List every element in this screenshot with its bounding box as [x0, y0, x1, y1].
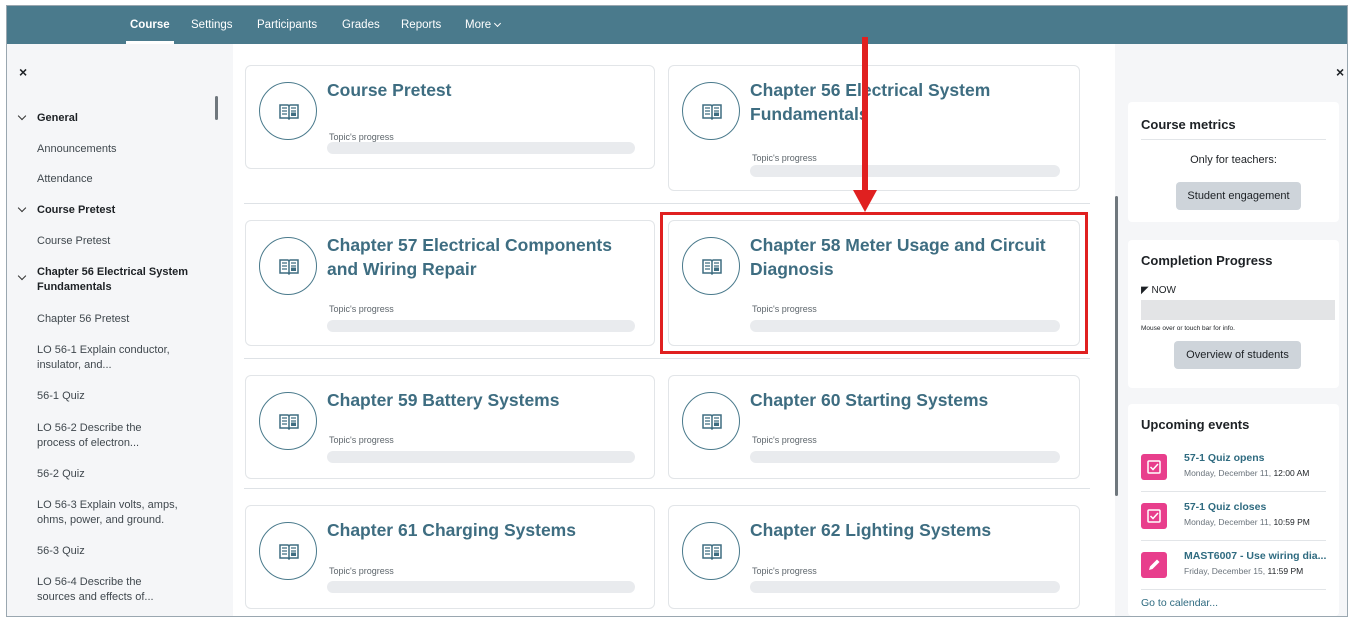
- student-engagement-button[interactable]: Student engagement: [1176, 182, 1301, 210]
- topic-progress-label: Topic's progress: [329, 132, 394, 142]
- close-drawer-icon[interactable]: ×: [1336, 64, 1344, 80]
- divider: [1141, 139, 1326, 140]
- event-title[interactable]: MAST6007 - Use wiring dia...: [1184, 550, 1326, 562]
- topic-progress-label: Topic's progress: [329, 435, 394, 445]
- block-drawer: × Course metrics Only for teachers: Stud…: [1118, 44, 1347, 616]
- topic-progress-label: Topic's progress: [329, 304, 394, 314]
- event-date: Monday, December 11, 10:59 PM: [1184, 517, 1310, 527]
- index-item-quiz-56-2[interactable]: 56-2 Quiz: [19, 467, 209, 482]
- now-marker: ◤ NOW: [1141, 285, 1176, 296]
- divider: [1141, 491, 1326, 492]
- assignment-icon: [1141, 552, 1167, 578]
- arrow-down-icon: [862, 37, 868, 192]
- go-to-calendar-link[interactable]: Go to calendar...: [1141, 597, 1218, 609]
- close-drawer-icon[interactable]: ×: [19, 64, 27, 80]
- index-item-lo-56-1[interactable]: LO 56-1 Explain conductor, insulator, an…: [19, 343, 209, 373]
- nav-reports[interactable]: Reports: [401, 6, 441, 44]
- book-icon: [259, 392, 317, 450]
- book-icon: [682, 522, 740, 580]
- event-title[interactable]: 57-1 Quiz closes: [1184, 501, 1266, 513]
- topic-progress-label: Topic's progress: [329, 566, 394, 576]
- topic-title[interactable]: Chapter 56 Electrical System Fundamental…: [750, 78, 1066, 126]
- event-date: Monday, December 11, 12:00 AM: [1184, 468, 1310, 478]
- nav-grades[interactable]: Grades: [342, 6, 380, 44]
- topic-progress-bar: [750, 451, 1060, 463]
- chevron-down-icon: [17, 203, 27, 213]
- section-separator: [244, 358, 1090, 359]
- block-title: Course metrics: [1141, 117, 1236, 132]
- highlight-box: [660, 212, 1088, 354]
- progress-hint: Mouse over or touch bar for info.: [1141, 325, 1235, 332]
- quiz-icon: [1141, 503, 1167, 529]
- section-separator: [244, 203, 1090, 204]
- content-gutter: [1101, 44, 1115, 616]
- divider: [1141, 589, 1326, 590]
- index-item-chapter-56-pretest[interactable]: Chapter 56 Pretest: [19, 312, 209, 327]
- topic-progress-bar: [327, 142, 635, 154]
- book-icon: [259, 82, 317, 140]
- course-metrics-block: Course metrics Only for teachers: Studen…: [1128, 102, 1339, 222]
- completion-progress-block: Completion Progress ◤ NOW Mouse over or …: [1128, 240, 1339, 388]
- index-item-quiz-56-3[interactable]: 56-3 Quiz: [19, 544, 209, 559]
- topic-title[interactable]: Chapter 62 Lighting Systems: [750, 518, 1066, 542]
- event-title[interactable]: 57-1 Quiz opens: [1184, 452, 1265, 464]
- completion-progress-bar[interactable]: [1141, 300, 1335, 320]
- topic-title[interactable]: Chapter 61 Charging Systems: [327, 518, 641, 542]
- teachers-note: Only for teachers:: [1190, 154, 1277, 166]
- book-icon: [259, 522, 317, 580]
- book-icon: [682, 392, 740, 450]
- index-section-course-pretest[interactable]: Course Pretest: [17, 203, 209, 218]
- topic-progress-bar: [750, 581, 1060, 593]
- index-item-quiz-56-1[interactable]: 56-1 Quiz: [19, 389, 209, 404]
- flag-icon: ◤: [1141, 285, 1149, 296]
- index-item-lo-56-3[interactable]: LO 56-3 Explain volts, amps, ohms, power…: [19, 498, 209, 528]
- topic-progress-bar: [327, 581, 635, 593]
- block-title: Completion Progress: [1141, 253, 1273, 268]
- topic-title[interactable]: Course Pretest: [327, 78, 641, 102]
- event-date: Friday, December 15, 11:59 PM: [1184, 566, 1304, 576]
- index-item-lo-56-2[interactable]: LO 56-2 Describe the process of electron…: [19, 421, 209, 451]
- block-title: Upcoming events: [1141, 417, 1250, 432]
- topic-title[interactable]: Chapter 59 Battery Systems: [327, 388, 641, 412]
- nav-settings[interactable]: Settings: [191, 6, 233, 44]
- drawer-scrollbar[interactable]: [215, 96, 218, 120]
- index-section-chapter-56[interactable]: Chapter 56 Electrical System Fundamental…: [17, 265, 209, 295]
- arrow-head-icon: [853, 190, 877, 212]
- topic-progress-label: Topic's progress: [752, 153, 817, 163]
- index-item-announcements[interactable]: Announcements: [19, 142, 209, 157]
- course-index-drawer: × General Announcements Attendance Cours…: [7, 44, 221, 616]
- overview-of-students-button[interactable]: Overview of students: [1174, 341, 1301, 369]
- browser-frame: Course Settings Participants Grades Repo…: [6, 5, 1348, 617]
- chevron-down-icon: [494, 19, 502, 28]
- topic-title[interactable]: Chapter 60 Starting Systems: [750, 388, 1066, 412]
- book-icon: [259, 237, 317, 295]
- index-item-lo-56-4[interactable]: LO 56-4 Describe the sources and effects…: [19, 575, 209, 605]
- index-item-course-pretest[interactable]: Course Pretest: [19, 234, 209, 249]
- nav-more[interactable]: More: [465, 6, 502, 44]
- course-top-nav: Course Settings Participants Grades Repo…: [7, 6, 1347, 44]
- topic-title[interactable]: Chapter 57 Electrical Components and Wir…: [327, 233, 641, 281]
- topic-progress-bar: [327, 451, 635, 463]
- topic-progress-label: Topic's progress: [752, 566, 817, 576]
- upcoming-events-block: Upcoming events 57-1 Quiz opens Monday, …: [1128, 404, 1339, 616]
- nav-participants[interactable]: Participants: [257, 6, 317, 44]
- index-section-general[interactable]: General: [17, 111, 209, 126]
- divider: [1141, 540, 1326, 541]
- topic-progress-bar: [750, 165, 1060, 177]
- index-item-attendance[interactable]: Attendance: [19, 172, 209, 187]
- book-icon: [682, 82, 740, 140]
- quiz-icon: [1141, 454, 1167, 480]
- section-separator: [244, 488, 1090, 489]
- chevron-down-icon: [17, 111, 27, 121]
- topic-progress-bar: [327, 320, 635, 332]
- nav-course[interactable]: Course: [126, 6, 174, 44]
- chevron-down-icon: [17, 271, 27, 281]
- topic-progress-label: Topic's progress: [752, 435, 817, 445]
